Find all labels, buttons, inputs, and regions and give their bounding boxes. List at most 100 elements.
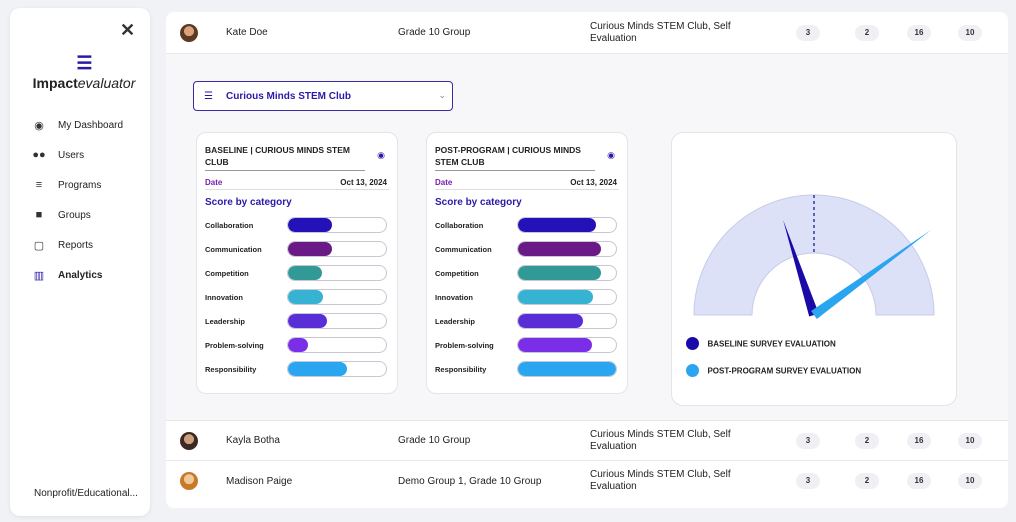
score-label: Responsibility	[435, 365, 487, 374]
eye-icon[interactable]: ◉	[607, 150, 615, 161]
count-badge: 10	[958, 25, 982, 41]
sidebar-item-label: Reports	[58, 239, 94, 251]
score-row: Innovation	[205, 288, 389, 312]
user-group: Grade 10 Group	[398, 435, 471, 446]
score-bar-fill	[518, 266, 602, 280]
date-value: Oct 13, 2024	[340, 178, 387, 187]
sidebar-item-users[interactable]: ●● Users	[32, 140, 148, 170]
score-bar-fill	[518, 362, 616, 376]
score-bar-track	[517, 313, 617, 329]
avatar	[180, 23, 198, 42]
table-row[interactable]: Kate Doe Grade 10 Group Curious Minds ST…	[166, 12, 1008, 54]
pdf-file-icon: ▢	[33, 239, 45, 252]
program-select-value: Curious Minds STEM Club	[226, 90, 351, 102]
score-bar-track	[517, 337, 617, 353]
score-row: Collaboration	[205, 216, 389, 240]
sidebar-item-my-dashboard[interactable]: ◉ My Dashboard	[32, 110, 148, 140]
sidebar-item-analytics[interactable]: ▥ Analytics	[32, 260, 148, 290]
score-bars: Collaboration Communication Competition Inn…	[435, 216, 619, 384]
score-bar-track	[517, 217, 617, 233]
sidebar-item-label: Users	[58, 149, 85, 161]
user-name: Madison Paige	[226, 475, 293, 487]
divider	[435, 170, 595, 171]
avatar	[180, 431, 198, 450]
score-bar-track	[287, 313, 387, 329]
score-row: Communication	[435, 240, 619, 264]
legend-label: BASELINE SURVEY EVALUATION	[707, 339, 836, 349]
legend-item-post-program: POST-PROGRAM SURVEY EVALUATION	[686, 362, 861, 380]
score-row: Leadership	[435, 312, 619, 336]
score-label: Leadership	[205, 317, 246, 326]
brand-text-italic: evaluator	[77, 75, 136, 91]
count-badge: 2	[855, 473, 879, 489]
eye-icon[interactable]: ◉	[377, 150, 385, 161]
score-bar-fill	[518, 242, 602, 256]
user-name: Kate Doe	[226, 27, 268, 38]
avatar	[180, 472, 198, 490]
table-row[interactable]: Madison Paige Demo Group 1, Grade 10 Gro…	[166, 461, 1008, 501]
sidebar-nav: ◉ My Dashboard ●● Users ≡ Programs ■ Gro…	[32, 110, 148, 290]
count-badge: 10	[958, 473, 982, 489]
score-bar-track	[517, 241, 617, 257]
score-bar-fill	[518, 290, 594, 304]
score-bar-track	[517, 361, 617, 377]
organization-type[interactable]: Nonprofit/Educational...	[34, 488, 138, 499]
score-bar-fill	[288, 242, 333, 256]
score-row: Problem-solving	[435, 336, 619, 360]
chevron-down-icon: ⌄	[438, 90, 446, 100]
legend-dot	[686, 337, 699, 351]
score-bar-track	[517, 265, 617, 281]
section-title: Score by category	[205, 197, 292, 208]
score-row: Communication	[205, 240, 389, 264]
score-label: Collaboration	[435, 221, 484, 230]
sidebar-item-label: Groups	[58, 209, 91, 221]
program-select[interactable]: ☰ Curious Minds STEM Club ⌄	[193, 81, 453, 111]
score-bars: Collaboration Communication Competition Inn…	[205, 216, 389, 384]
score-bar-track	[287, 265, 387, 281]
score-label: Innovation	[205, 293, 243, 302]
card-title: POST-PROGRAM | CURIOUS MINDS STEM CLUB	[435, 145, 581, 167]
count-badge: 3	[796, 433, 820, 449]
score-bar-track	[287, 289, 387, 305]
score-label: Problem-solving	[205, 341, 264, 350]
count-badge: 2	[855, 433, 879, 449]
count-badge: 16	[907, 433, 931, 449]
count-badge: 2	[855, 25, 879, 41]
score-label: Collaboration	[205, 221, 254, 230]
brand-text-bold: Impact	[32, 75, 78, 91]
sidebar: ✕ ☰ Impactevaluator ◉ My Dashboard ●● Us…	[10, 8, 150, 516]
count-badge: 16	[907, 473, 931, 489]
bar-chart-icon: ▥	[33, 269, 45, 282]
score-bar-fill	[288, 290, 324, 304]
baseline-card: BASELINE | CURIOUS MINDS STEM CLUB ◉ Dat…	[196, 132, 398, 394]
score-label: Competition	[435, 269, 479, 278]
sidebar-item-reports[interactable]: ▢ Reports	[32, 230, 148, 260]
score-label: Problem-solving	[435, 341, 494, 350]
divider	[205, 170, 365, 171]
sidebar-item-label: Programs	[58, 179, 102, 191]
score-bar-fill	[518, 338, 592, 352]
sidebar-item-groups[interactable]: ■ Groups	[32, 200, 148, 230]
score-bar-fill	[288, 218, 333, 232]
score-row: Responsibility	[435, 360, 619, 384]
score-bar-track	[287, 361, 387, 377]
date-label: Date	[435, 178, 453, 187]
score-row: Innovation	[435, 288, 619, 312]
card-title: BASELINE | CURIOUS MINDS STEM CLUB	[205, 145, 350, 167]
table-row[interactable]: Kayla Botha Grade 10 Group Curious Minds…	[166, 421, 1008, 461]
score-row: Leadership	[205, 312, 389, 336]
user-group: Grade 10 Group	[398, 27, 471, 38]
score-label: Communication	[205, 245, 262, 254]
sidebar-item-label: Analytics	[58, 269, 103, 281]
score-label: Competition	[205, 269, 249, 278]
app-logo: ☰ Impactevaluator	[24, 54, 144, 91]
count-badge: 16	[907, 25, 931, 41]
score-bar-track	[287, 217, 387, 233]
date-value: Oct 13, 2024	[570, 178, 617, 187]
score-bar-track	[517, 289, 617, 305]
close-icon[interactable]: ✕	[120, 20, 135, 41]
sidebar-item-programs[interactable]: ≡ Programs	[32, 170, 148, 200]
users-icon: ●●	[32, 149, 46, 161]
score-bar-fill	[288, 266, 323, 280]
legend-label: POST-PROGRAM SURVEY EVALUATION	[707, 366, 862, 376]
